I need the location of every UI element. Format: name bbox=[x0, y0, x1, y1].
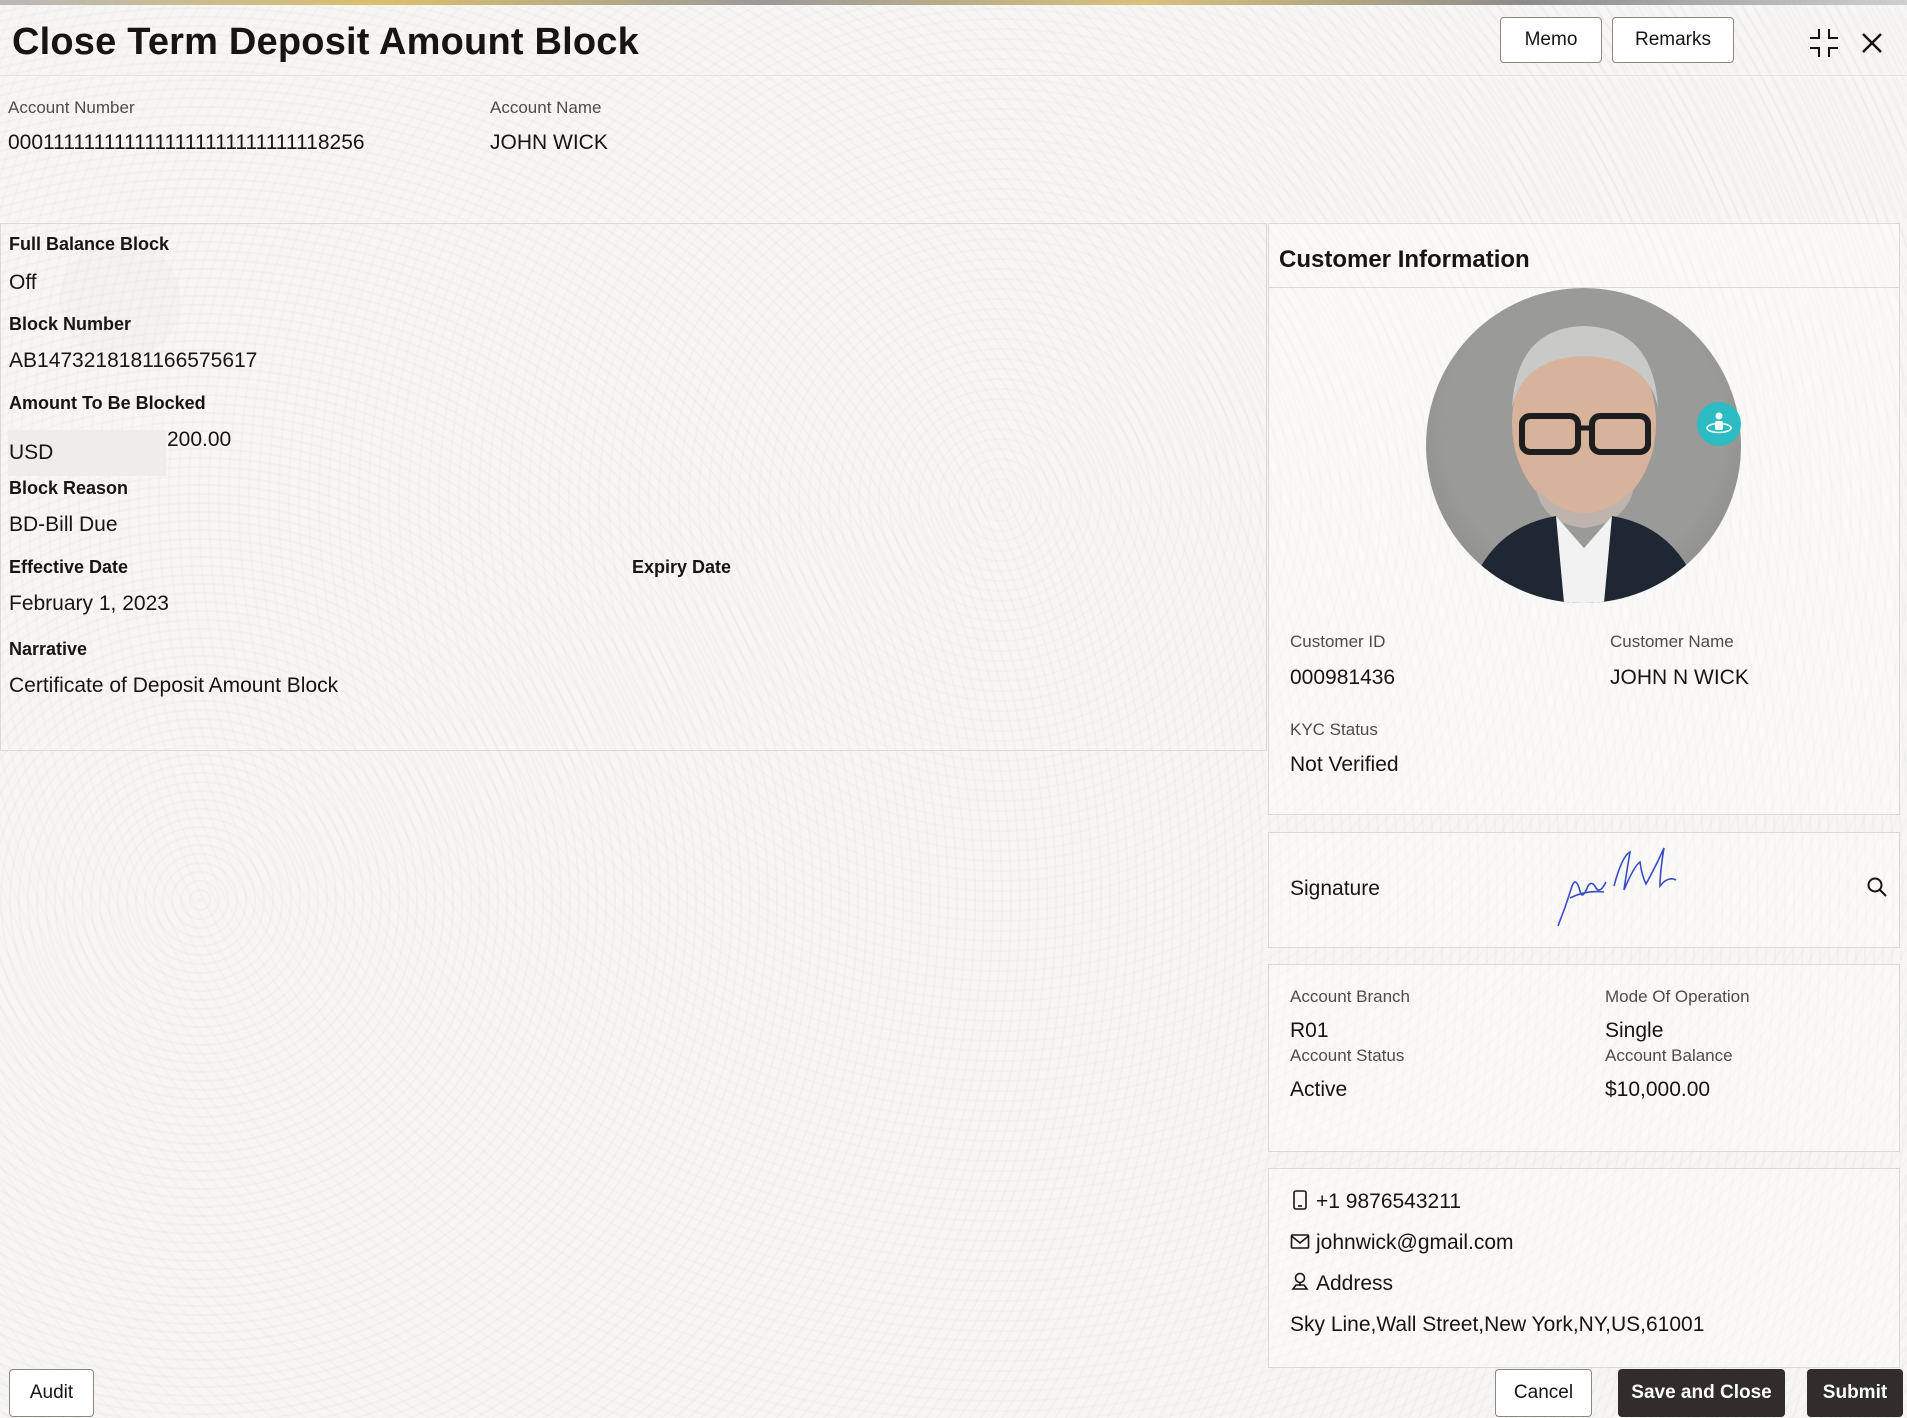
block-reason-value: BD-Bill Due bbox=[9, 513, 118, 536]
amount-currency: USD bbox=[9, 441, 54, 464]
mode-of-operation-value: Single bbox=[1605, 1019, 1664, 1042]
page-header: Close Term Deposit Amount Block Memo Rem… bbox=[0, 5, 1907, 76]
full-balance-block-value: Off bbox=[9, 271, 37, 294]
customer-name-label: Customer Name bbox=[1610, 632, 1734, 651]
customer-id-label: Customer ID bbox=[1290, 632, 1386, 651]
minimize-icon[interactable] bbox=[1804, 23, 1844, 63]
biometric-icon[interactable] bbox=[1697, 402, 1741, 446]
account-branch-label: Account Branch bbox=[1290, 987, 1411, 1006]
account-status-label: Account Status bbox=[1290, 1046, 1405, 1065]
address-value: Sky Line,Wall Street,New York,NY,US,6100… bbox=[1290, 1313, 1705, 1336]
account-number-value: 0001111111111111111111111111118256 bbox=[8, 131, 365, 154]
block-reason-label: Block Reason bbox=[9, 478, 129, 498]
cancel-button[interactable]: Cancel bbox=[1495, 1369, 1592, 1417]
account-number-label: Account Number bbox=[8, 98, 135, 117]
phone-icon bbox=[1291, 1190, 1309, 1217]
signature-label: Signature bbox=[1290, 877, 1380, 900]
amount-value: 200.00 bbox=[167, 428, 232, 451]
location-icon bbox=[1291, 1271, 1309, 1296]
close-icon[interactable] bbox=[1852, 23, 1892, 63]
account-name-label: Account Name bbox=[490, 98, 602, 117]
block-number-value: AB1473218181166575617 bbox=[9, 349, 258, 372]
email-icon bbox=[1290, 1233, 1310, 1256]
page-title: Close Term Deposit Amount Block bbox=[12, 21, 639, 63]
search-icon[interactable] bbox=[1862, 872, 1892, 902]
customer-name-value: JOHN N WICK bbox=[1610, 666, 1749, 689]
amount-to-be-blocked-label: Amount To Be Blocked bbox=[9, 393, 206, 413]
remarks-button[interactable]: Remarks bbox=[1612, 17, 1734, 63]
full-balance-block-label: Full Balance Block bbox=[9, 234, 170, 254]
account-status-value: Active bbox=[1290, 1078, 1348, 1101]
memo-button[interactable]: Memo bbox=[1500, 17, 1602, 63]
audit-button[interactable]: Audit bbox=[9, 1369, 94, 1417]
email-value: johnwick@gmail.com bbox=[1316, 1231, 1514, 1254]
account-balance-label: Account Balance bbox=[1605, 1046, 1733, 1065]
customer-information-heading: Customer Information bbox=[1279, 246, 1530, 273]
effective-date-value: February 1, 2023 bbox=[9, 592, 169, 615]
customer-id-value: 000981436 bbox=[1290, 666, 1396, 689]
phone-value: +1 9876543211 bbox=[1316, 1190, 1462, 1213]
account-balance-value: $10,000.00 bbox=[1605, 1078, 1711, 1101]
submit-button[interactable]: Submit bbox=[1807, 1369, 1903, 1417]
save-and-close-button[interactable]: Save and Close bbox=[1618, 1369, 1785, 1417]
effective-date-label: Effective Date bbox=[9, 557, 129, 577]
expiry-date-label: Expiry Date bbox=[632, 557, 732, 577]
address-label: Address bbox=[1316, 1272, 1394, 1295]
kyc-status-value: Not Verified bbox=[1290, 753, 1399, 776]
block-details-panel bbox=[0, 223, 1267, 751]
narrative-value: Certificate of Deposit Amount Block bbox=[9, 674, 339, 697]
block-number-label: Block Number bbox=[9, 314, 132, 334]
kyc-status-label: KYC Status bbox=[1290, 720, 1378, 739]
account-name-value: JOHN WICK bbox=[490, 131, 608, 154]
narrative-label: Narrative bbox=[9, 639, 88, 659]
customer-photo bbox=[1426, 288, 1741, 603]
mode-of-operation-label: Mode Of Operation bbox=[1605, 987, 1750, 1006]
signature-image bbox=[1556, 846, 1696, 933]
account-branch-value: R01 bbox=[1290, 1019, 1329, 1042]
